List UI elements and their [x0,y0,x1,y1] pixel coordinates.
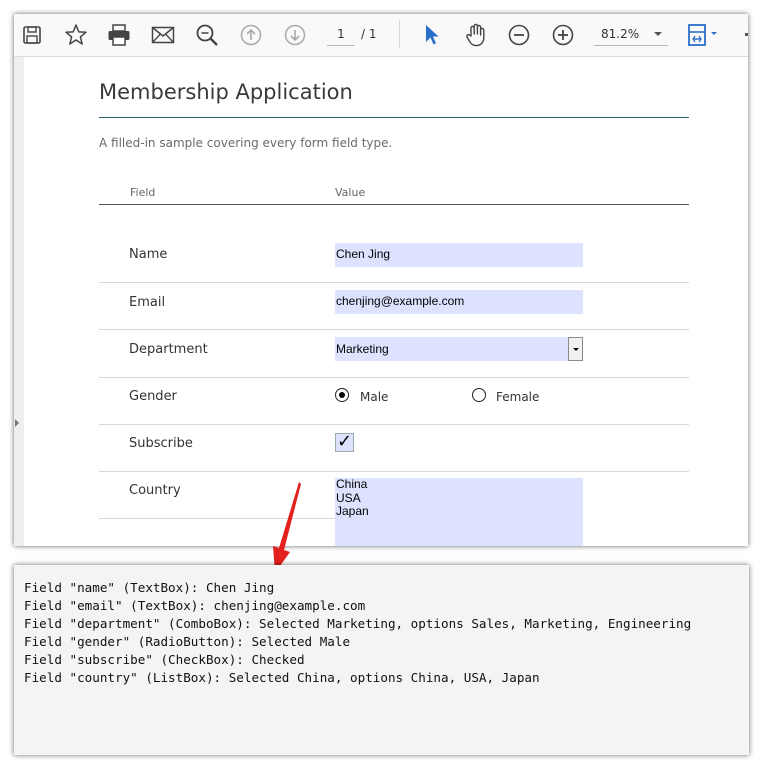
page-up-icon[interactable] [237,21,265,49]
label-name: Name [129,247,168,262]
row-divider [99,377,689,378]
console-line: Field "gender" (RadioButton): Selected M… [24,634,351,649]
chevron-right-icon [15,419,19,427]
zoom-value: 81.2% [601,27,640,41]
save-icon[interactable] [18,21,46,49]
search-zoom-icon[interactable] [193,21,221,49]
console-output-panel: Field "name" (TextBox): Chen Jing Field … [14,565,749,755]
label-department: Department [129,342,208,357]
label-country: Country [129,483,181,498]
row-divider [99,424,689,425]
column-header-field: Field [130,186,156,199]
name-field-value: Chen Jing [336,247,391,261]
list-item[interactable]: USA [335,491,583,506]
document-page: Membership Application A filled-in sampl… [24,57,748,546]
hand-pan-icon[interactable] [462,21,490,49]
gender-radio-female[interactable] [472,388,486,402]
checkmark-icon: ✓ [337,431,353,452]
toolbar-divider [399,20,400,48]
header-divider [99,204,689,205]
page-number-input[interactable]: 1 [327,23,355,46]
gender-radio-male[interactable] [335,388,349,402]
subscribe-checkbox[interactable]: ✓ [335,431,354,452]
column-header-value: Value [335,186,366,199]
country-listbox[interactable]: China USA Japan [335,477,583,546]
page-title: Membership Application [99,80,353,104]
chevron-down-icon [654,32,662,36]
console-line: Field "subscribe" (CheckBox): Checked [24,652,305,667]
print-icon[interactable] [105,21,133,49]
page-down-icon[interactable] [281,21,309,49]
label-subscribe: Subscribe [129,436,193,451]
zoom-out-icon[interactable] [505,21,533,49]
label-email: Email [129,295,166,310]
label-gender: Gender [129,389,177,404]
red-arrow-icon [273,482,301,573]
department-selected-value: Marketing [336,342,389,356]
email-field-value: chenjing@example.com [336,294,465,308]
overflow-dot[interactable] [745,33,748,36]
department-combobox[interactable]: Marketing [335,337,583,361]
name-field[interactable]: Chen Jing [335,243,583,267]
console-line: Field "email" (TextBox): chenjing@exampl… [24,598,366,613]
select-cursor-icon[interactable] [418,21,446,49]
radio-selected-dot [339,392,345,398]
toolbar: 1 / 1 81.2% [14,14,748,57]
zoom-level-select[interactable]: 81.2% [594,23,668,46]
title-divider [99,117,689,118]
list-item[interactable]: China [335,477,583,492]
console-line: Field "name" (TextBox): Chen Jing [24,580,275,595]
gender-label-male: Male [360,390,389,404]
side-panel-toggle[interactable] [14,57,24,546]
row-divider [99,471,689,472]
bookmark-star-icon[interactable] [62,21,90,49]
gender-label-female: Female [496,390,540,404]
fit-page-icon[interactable] [684,21,724,49]
email-icon[interactable] [149,21,177,49]
zoom-in-icon[interactable] [549,21,577,49]
pdf-viewer-window: 1 / 1 81.2% Membership Application A fil… [14,14,748,546]
row-divider [99,329,689,330]
email-field[interactable]: chenjing@example.com [335,290,583,314]
dropdown-arrow-icon[interactable] [568,337,583,361]
console-line: Field "country" (ListBox): Selected Chin… [24,670,540,685]
console-output: Field "name" (TextBox): Chen Jing Field … [24,579,691,687]
page-subtitle: A filled-in sample covering every form f… [99,136,393,150]
row-divider [99,282,689,283]
list-item[interactable]: Japan [335,504,583,519]
page-total: / 1 [361,27,377,41]
console-line: Field "department" (ComboBox): Selected … [24,616,692,631]
